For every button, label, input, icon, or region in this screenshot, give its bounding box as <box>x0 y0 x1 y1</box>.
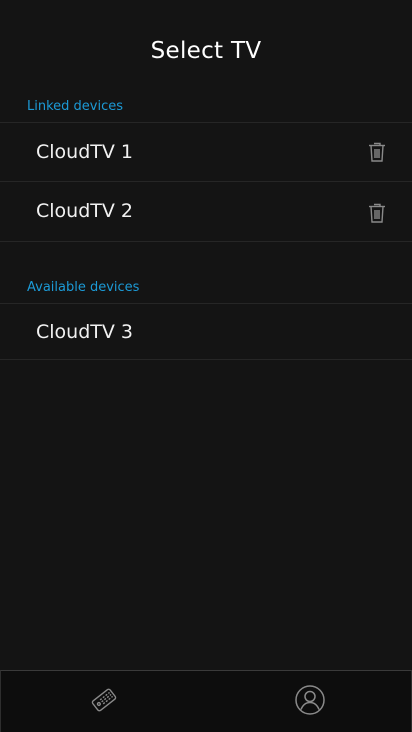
linked-device-row-cloudtv-2[interactable]: CloudTV 2 <box>0 182 412 240</box>
profile-icon <box>294 684 326 720</box>
device-name: CloudTV 1 <box>36 141 134 163</box>
tab-remote[interactable] <box>1 671 207 732</box>
linked-device-row-cloudtv-1[interactable]: CloudTV 1 <box>0 123 412 181</box>
trash-icon[interactable] <box>367 141 387 163</box>
divider <box>0 241 412 242</box>
divider <box>0 359 412 360</box>
available-device-row-cloudtv-3[interactable]: CloudTV 3 <box>0 304 412 359</box>
remote-icon <box>87 683 121 721</box>
tab-profile[interactable] <box>207 671 412 732</box>
device-name: CloudTV 2 <box>36 200 134 222</box>
trash-icon[interactable] <box>367 202 387 224</box>
available-devices-label: Available devices <box>27 280 140 295</box>
bottom-tab-bar <box>0 670 412 732</box>
page-title: Select TV <box>150 38 262 64</box>
device-name: CloudTV 3 <box>36 320 134 343</box>
linked-devices-label: Linked devices <box>27 99 124 114</box>
select-tv-screen: Select TV Linked devices CloudTV 1 Cloud… <box>0 0 412 732</box>
